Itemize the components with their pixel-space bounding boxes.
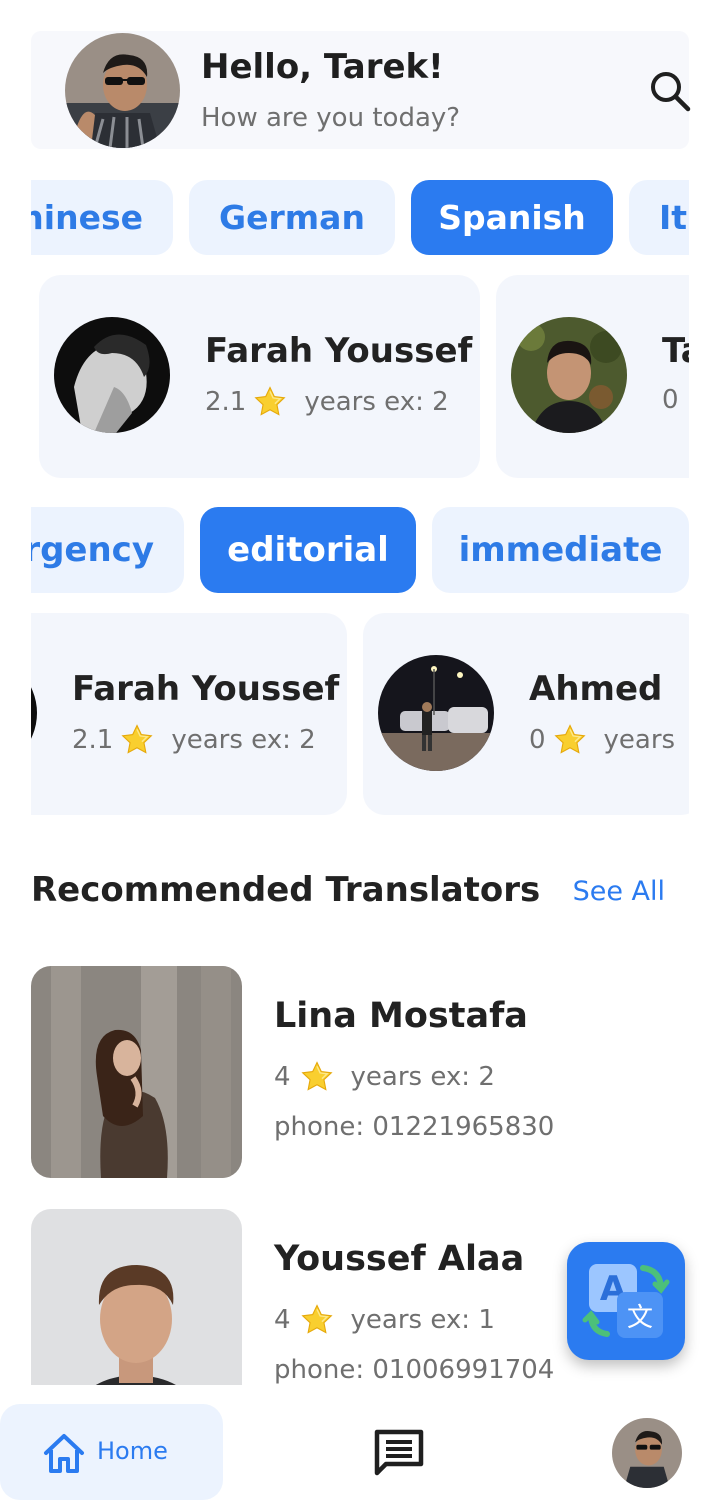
chip-label: It [659, 198, 688, 237]
chip-label: rgency [31, 530, 154, 570]
featured-translators[interactable]: Farah Youssef 2.1 years ex: 2 Ta 0 [31, 275, 689, 478]
chip-label: editorial [227, 530, 389, 570]
translate-fab[interactable]: A 文 [567, 1242, 685, 1360]
years-experience: years ex: 2 [350, 1062, 495, 1092]
greeting-header: Hello, Tarek! How are you today? [31, 31, 692, 149]
translator-card[interactable]: Ta 0 [496, 275, 689, 478]
translator-meta: 2.1 years ex: 2 [205, 385, 449, 419]
translator-meta: 4 years ex: 2 [274, 1060, 495, 1094]
translator-photo [378, 655, 494, 771]
chip-label: immediate [458, 530, 663, 570]
chip-label: Spanish [438, 198, 586, 237]
chip-label: hinese [31, 198, 143, 237]
scroll-content[interactable]: Hello, Tarek! How are you today? hinese … [0, 0, 720, 1385]
translator-name: Lina Mostafa [274, 996, 528, 1036]
greeting-subtitle: How are you today? [201, 103, 461, 133]
chip-language[interactable]: hinese [31, 180, 173, 255]
chip-language-selected[interactable]: Spanish [411, 180, 613, 255]
star-icon [299, 1303, 335, 1337]
home-icon [44, 1434, 84, 1473]
recommended-header: Recommended Translators See All [31, 868, 671, 920]
translator-name: Farah Youssef [205, 331, 473, 371]
star-icon [552, 723, 588, 757]
bottom-navigation: Home [0, 1385, 720, 1510]
section-title: Recommended Translators [31, 870, 541, 910]
rating-value: 2.1 [205, 387, 247, 417]
user-avatar[interactable] [65, 33, 180, 148]
chip-language[interactable]: It [629, 180, 689, 255]
see-all-link[interactable]: See All [573, 876, 665, 907]
star-icon [119, 723, 155, 757]
nav-home-label: Home [97, 1437, 168, 1465]
recommended-item[interactable]: Lina Mostafa 4 years ex: 2 phone: 012219… [31, 966, 689, 1178]
language-chips[interactable]: hinese German Spanish It [31, 180, 689, 255]
translator-name: Ahmed [529, 669, 663, 709]
rating-value: 4 [274, 1062, 291, 1092]
years-experience: years ex: 1 [350, 1305, 495, 1335]
home-screen: Hello, Tarek! How are you today? hinese … [0, 0, 720, 1510]
chip-label: German [219, 198, 365, 237]
translator-phone: phone: 01221965830 [274, 1112, 555, 1142]
translator-name: Farah Youssef [72, 669, 340, 709]
translator-meta: 2.1 years ex: 2 [72, 723, 316, 757]
nav-home[interactable]: Home [0, 1404, 223, 1500]
search-icon[interactable] [648, 69, 692, 113]
translator-photo [511, 317, 627, 433]
chip-category[interactable]: immediate [432, 507, 689, 593]
greeting-text: Hello, Tarek! [201, 47, 444, 87]
rating-value: 4 [274, 1305, 291, 1335]
translator-photo [31, 655, 37, 771]
translator-card[interactable]: Ahmed 0 years [363, 613, 689, 815]
translator-name: Ta [662, 331, 689, 371]
translator-card[interactable]: Farah Youssef 2.1 years ex: 2 [39, 275, 480, 478]
chip-language[interactable]: German [189, 180, 395, 255]
translator-card[interactable]: Farah Youssef 2.1 years ex: 2 [31, 613, 347, 815]
chip-category[interactable]: rgency [31, 507, 184, 593]
star-icon [252, 385, 288, 419]
svg-text:文: 文 [627, 1303, 653, 1333]
years-experience: years ex: 2 [171, 725, 316, 755]
category-translators[interactable]: Farah Youssef 2.1 years ex: 2 Ahmed 0 ye… [31, 613, 689, 815]
translator-meta: 4 years ex: 1 [274, 1303, 495, 1337]
rating-value: 0 [662, 385, 679, 415]
profile-avatar[interactable] [612, 1418, 682, 1488]
translator-photo [54, 317, 170, 433]
translator-photo [31, 1209, 242, 1385]
translator-photo [31, 966, 242, 1178]
chip-category-selected[interactable]: editorial [200, 507, 416, 593]
translate-icon: A 文 [582, 1264, 670, 1338]
star-icon [299, 1060, 335, 1094]
chat-icon[interactable] [374, 1429, 424, 1477]
years-experience: years ex: 2 [304, 387, 449, 417]
category-chips[interactable]: rgency editorial immediate [31, 507, 689, 593]
rating-value: 0 [529, 725, 546, 755]
rating-value: 2.1 [72, 725, 114, 755]
translator-name: Youssef Alaa [274, 1239, 525, 1279]
years-experience: years [603, 725, 676, 755]
translator-meta: 0 [662, 385, 679, 415]
translator-meta: 0 years [529, 723, 675, 757]
translator-phone: phone: 01006991704 [274, 1355, 555, 1385]
